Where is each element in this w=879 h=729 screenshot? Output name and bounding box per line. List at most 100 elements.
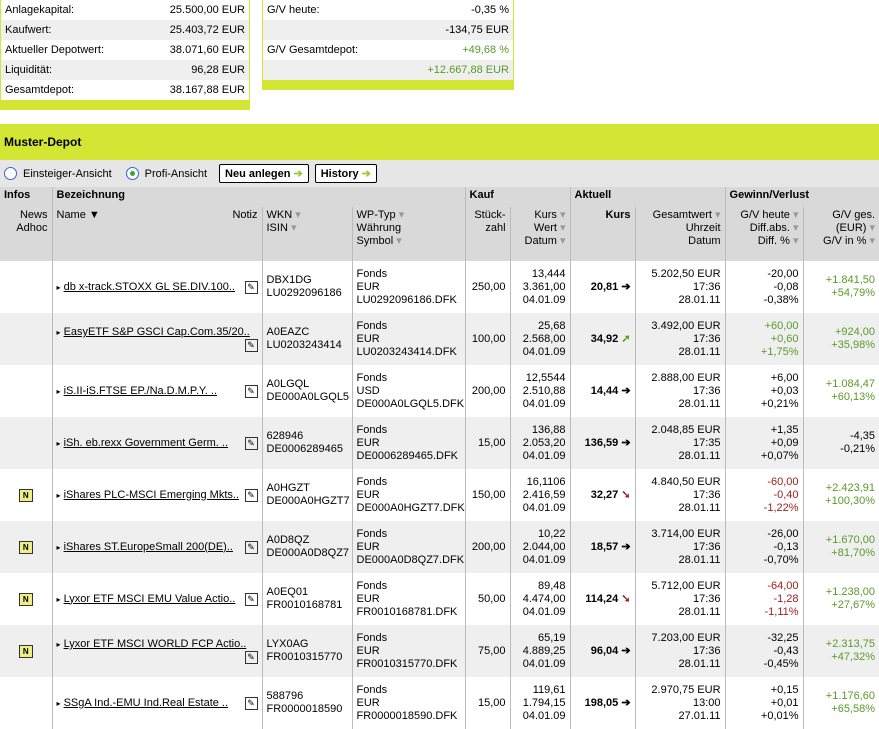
uhrzeit: 17:36 [693, 384, 721, 397]
gv-heute-cell: +1,35 +0,09 +0,07% [724, 417, 804, 469]
expand-triangle-icon[interactable]: ▸ [57, 491, 61, 500]
news-icon[interactable]: N [18, 540, 33, 554]
notiz-icon[interactable]: ✎ [244, 339, 258, 352]
col-wptyp[interactable]: WP-Typ ▾ Währung Symbol ▾ [351, 207, 466, 261]
notiz-icon[interactable]: ✎ [244, 280, 258, 294]
name-header[interactable]: Name [57, 209, 86, 221]
wptyp-cell: Fonds EUR DE000A0D8QZ7.DFK [351, 521, 466, 573]
security-link[interactable]: EasyETF S&P GSCI Cap.Com.35/20.. [64, 326, 250, 338]
aktuell-kurs-cell: 32,27 ➘ [569, 469, 636, 521]
col-gv-ges[interactable]: G/V ges. (EUR) ▾ G/V in % ▾ [802, 207, 879, 261]
col-wkn[interactable]: WKN ▾ ISIN ▾ [261, 207, 352, 261]
expand-triangle-icon[interactable]: ▸ [57, 328, 61, 337]
security-link[interactable]: Lyxor ETF MSCI WORLD FCP Actio.. [64, 638, 247, 650]
security-link[interactable]: SSgA Ind.-EMU Ind.Real Estate .. [64, 697, 228, 709]
uhrzeit: 17:36 [693, 488, 721, 501]
symbol: FR0010315770.DFK [356, 657, 458, 670]
sort-icon[interactable]: ▾ [793, 235, 799, 247]
gv-ges: +1.670,00 [825, 534, 876, 546]
diff-abs: +0,60 [770, 332, 799, 345]
expand-triangle-icon[interactable]: ▸ [57, 543, 61, 552]
profi-radio[interactable] [125, 167, 139, 180]
diffpct-header[interactable]: Diff. % [758, 235, 790, 247]
wp-typ: Fonds [356, 527, 388, 540]
news-icon[interactable]: N [18, 592, 33, 606]
sort-icon[interactable]: ▾ [715, 209, 721, 221]
sort-icon[interactable]: ▾ [399, 209, 405, 221]
summary-row: Anlagekapital: 25.500,00 EUR [1, 0, 249, 20]
gvin-header[interactable]: G/V in % [823, 235, 866, 247]
col-kauf-kurs[interactable]: Kurs ▾ Wert ▾ Datum ▾ [509, 207, 571, 261]
security-link[interactable]: iS.II-iS.FTSE EP./Na.D.M.P.Y. .. [64, 385, 217, 397]
gesamtwert: 5.712,00 EUR [651, 579, 721, 592]
notiz-icon[interactable]: ✎ [244, 696, 258, 710]
notiz-icon[interactable]: ✎ [244, 540, 258, 554]
gv-heute: -60,00 [767, 475, 799, 488]
security-link[interactable]: db x-track.STOXX GL SE.DIV.100.. [64, 281, 235, 293]
expand-triangle-icon[interactable]: ▸ [57, 283, 61, 292]
news-icon[interactable]: N [18, 644, 33, 658]
security-link[interactable]: Lyxor ETF MSCI EMU Value Actio.. [64, 593, 236, 605]
sort-desc-icon[interactable]: ▼ [89, 209, 100, 221]
col-gv-heute[interactable]: G/V heute ▾ Diff.abs. ▾ Diff. % ▾ [724, 207, 804, 261]
waehrung: EUR [356, 488, 380, 501]
col-aktuell-kurs: Kurs [569, 207, 636, 261]
einsteiger-radio[interactable] [4, 167, 17, 180]
wert-header[interactable]: Wert [534, 222, 557, 234]
sort-icon[interactable]: ▾ [560, 235, 566, 247]
profi-label[interactable]: Profi-Ansicht [145, 168, 207, 180]
wptyp-header[interactable]: WP-Typ [357, 209, 396, 221]
gv-heute: -20,00 [767, 267, 799, 280]
notiz-icon[interactable]: ✎ [244, 592, 258, 606]
notiz-icon[interactable]: ✎ [244, 384, 258, 398]
einsteiger-label[interactable]: Einsteiger-Ansicht [23, 168, 112, 180]
sort-icon[interactable]: ▾ [793, 222, 799, 234]
isin: FR0000018590 [266, 703, 343, 715]
wkn-header[interactable]: WKN [267, 209, 293, 221]
eur-header[interactable]: (EUR) [836, 222, 867, 234]
gv-heute-cell: -26,00 -0,13 -0,70% [724, 521, 804, 573]
aktuell-kurs-cell: 34,92 ➚ [569, 313, 636, 365]
col-name[interactable]: Name ▼ Notiz [51, 207, 262, 261]
neu-anlegen-button[interactable]: Neu anlegen ➔ [219, 164, 309, 183]
sort-icon[interactable]: ▾ [396, 235, 402, 247]
diff-pct: +0,01% [760, 709, 799, 722]
symbol: LU0292096186.DFK [356, 293, 457, 306]
expand-triangle-icon[interactable]: ▸ [57, 640, 61, 649]
history-button[interactable]: History ➔ [314, 164, 377, 183]
kauf-datum: 04.01.09 [522, 501, 566, 514]
col-gesamtwert[interactable]: Gesamtwert ▾ Uhrzeit Datum [634, 207, 726, 261]
summary-label: Kaufwert: [5, 24, 52, 36]
expand-triangle-icon[interactable]: ▸ [57, 595, 61, 604]
sort-icon[interactable]: ▾ [295, 209, 301, 221]
aktuell-kurs: 34,92 [590, 332, 619, 345]
security-link[interactable]: iShares PLC-MSCI Emerging Mkts.. [64, 489, 239, 501]
waehrung: EUR [356, 280, 380, 293]
notiz-icon[interactable]: ✎ [244, 488, 258, 502]
group-aktuell: Aktuell [569, 187, 726, 207]
sort-icon[interactable]: ▾ [870, 222, 876, 234]
security-link[interactable]: iShares ST.EuropeSmall 200(DE).. [64, 541, 233, 553]
diffabs-header[interactable]: Diff.abs. [750, 222, 790, 234]
gvheute-header[interactable]: G/V heute [740, 209, 790, 221]
sort-icon[interactable]: ▾ [793, 209, 799, 221]
expand-triangle-icon[interactable]: ▸ [57, 439, 61, 448]
isin-header[interactable]: ISIN [267, 222, 288, 234]
name-cell: ▸ iShares ST.EuropeSmall 200(DE).. ✎ [51, 521, 262, 573]
expand-triangle-icon[interactable]: ▸ [57, 699, 61, 708]
trend-flat-icon: ➔ [621, 696, 631, 709]
gesamtwert-header[interactable]: Gesamtwert [653, 209, 712, 221]
sort-icon[interactable]: ▾ [870, 235, 876, 247]
sort-icon[interactable]: ▾ [291, 222, 297, 234]
sort-icon[interactable]: ▾ [560, 209, 566, 221]
notiz-icon[interactable]: ✎ [244, 436, 258, 450]
kauf-wert: 4.889,25 [522, 644, 566, 657]
kurs-header[interactable]: Kurs [534, 209, 557, 221]
expand-triangle-icon[interactable]: ▸ [57, 387, 61, 396]
notiz-icon[interactable]: ✎ [244, 651, 258, 664]
datum-header[interactable]: Datum [525, 235, 557, 247]
sort-icon[interactable]: ▾ [560, 222, 566, 234]
symbol-header[interactable]: Symbol [357, 235, 394, 247]
security-link[interactable]: iSh. eb.rexx Government Germ. .. [64, 437, 228, 449]
news-icon[interactable]: N [18, 488, 33, 502]
